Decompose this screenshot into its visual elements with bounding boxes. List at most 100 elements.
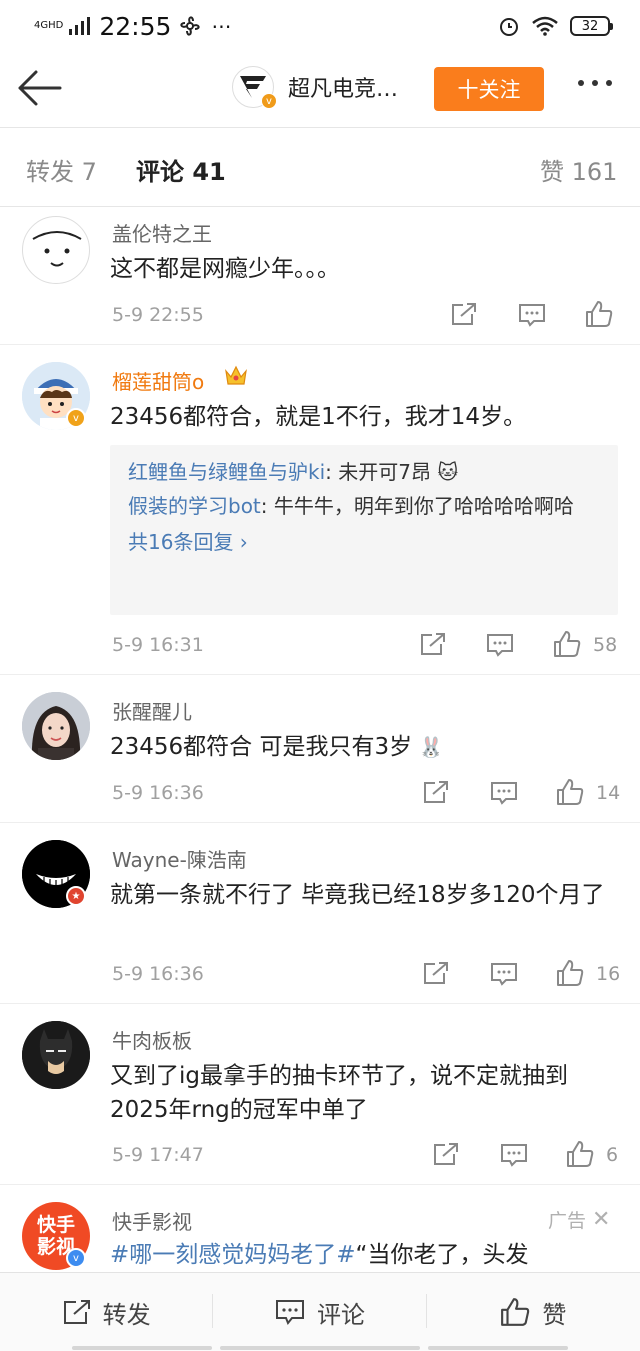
gesture-bar — [220, 1346, 420, 1350]
more-replies-link[interactable]: 共16条回复 › — [128, 525, 600, 559]
comment-icon[interactable] — [518, 303, 546, 327]
bunny-emoji-icon: 🐰 — [412, 735, 444, 759]
reply-text: : 未开可7昂 — [325, 460, 431, 484]
like-count: 58 — [593, 634, 618, 656]
tab-bar: 转发 7 评论 41 赞 161 — [0, 128, 640, 206]
tab-repost[interactable]: 转发 7 — [26, 152, 97, 187]
reply-username[interactable]: 红鲤鱼与绿鲤鱼与驴ki — [128, 460, 325, 484]
reply-text: : 牛牛牛，明年到你了哈哈哈哈啊哈 — [260, 494, 574, 518]
reply-box[interactable]: 红鲤鱼与绿鲤鱼与驴ki: 未开可7昂 🐱 假装的学习bot: 牛牛牛，明年到你了… — [110, 445, 618, 615]
share-icon[interactable] — [420, 632, 446, 656]
alarm-icon — [500, 18, 518, 36]
comment-text: 又到了ig最拿手的抽卡环节了，说不定就抽到2025年rng的冠军中单了 — [110, 1063, 568, 1123]
network-indicator: 4GHD — [34, 20, 64, 31]
gesture-bar — [428, 1346, 568, 1350]
battery-level: 32 — [581, 18, 599, 34]
comment-time: 5-9 22:55 — [112, 304, 204, 326]
reply-item[interactable]: 假装的学习bot: 牛牛牛，明年到你了哈哈哈哈啊哈 — [128, 489, 600, 523]
more-options-icon[interactable] — [578, 80, 612, 86]
bottom-action-bar: 转发 评论 赞 — [0, 1272, 640, 1351]
follow-button[interactable]: 十关注 — [434, 67, 544, 111]
share-icon[interactable] — [423, 780, 449, 804]
comment-username[interactable]: 盖伦特之王 — [112, 218, 212, 247]
account-logo[interactable]: v — [232, 66, 277, 109]
comment-username[interactable]: 榴莲甜筒o — [112, 366, 204, 395]
divider — [426, 1294, 427, 1328]
back-arrow-icon[interactable] — [16, 68, 62, 108]
account-header[interactable]: v 超凡电竞… — [232, 66, 398, 109]
clock: 22:55 — [99, 11, 172, 41]
share-icon[interactable] — [433, 1142, 459, 1166]
girl-photo-icon — [22, 692, 90, 760]
avatar[interactable] — [22, 692, 90, 760]
like-icon[interactable] — [585, 300, 613, 328]
comment-username[interactable]: 牛肉板板 — [112, 1025, 192, 1054]
verified-badge-icon: v — [66, 1248, 86, 1268]
comment-icon[interactable] — [486, 633, 514, 657]
ad-text-content: “当你老了，头发 — [355, 1242, 529, 1268]
comment-text: 就第一条就不行了 毕竟我已经18岁多120个月了 — [110, 882, 605, 908]
signal-icon — [69, 17, 91, 35]
reply-username[interactable]: 假装的学习bot — [128, 494, 261, 518]
like-label: 赞 — [542, 1300, 567, 1329]
share-icon[interactable] — [423, 961, 449, 985]
tab-like[interactable]: 赞 161 — [540, 152, 617, 187]
wifi-icon — [532, 16, 558, 36]
more-replies-label[interactable]: 共16条回复 — [128, 530, 233, 554]
comment-icon[interactable] — [500, 1143, 528, 1167]
ad-label[interactable]: 广告 ✕ — [548, 1206, 610, 1233]
star-badge-icon: ★ — [66, 886, 86, 906]
comment-item: 盖伦特之王 这不都是网瘾少年。。。 5-9 22:55 — [0, 206, 640, 344]
comment-username[interactable]: Wayne-陳浩南 — [112, 844, 247, 873]
comment-text-content: 23456都符合 可是我只有3岁 — [110, 734, 413, 760]
verified-badge-icon: v — [261, 93, 277, 109]
avatar[interactable] — [22, 1021, 90, 1089]
like-count: 6 — [606, 1144, 619, 1166]
comment-time: 5-9 17:47 — [112, 1144, 204, 1166]
repost-label: 转发 — [102, 1300, 151, 1329]
share-icon — [63, 1300, 90, 1324]
divider — [212, 1294, 213, 1328]
comment-icon[interactable] — [490, 962, 518, 986]
comment-icon[interactable] — [490, 781, 518, 805]
comment-time: 5-9 16:36 — [112, 782, 204, 804]
like-icon[interactable] — [553, 630, 581, 658]
ad-item[interactable]: 快手影视 v 快手影视 广告 ✕ #哪一刻感觉妈妈老了#“当你老了，头发 — [0, 1184, 640, 1272]
gesture-bar — [72, 1346, 212, 1350]
share-icon[interactable] — [451, 302, 477, 326]
comment-text: 23456都符合，就是1不行，我才14岁。 — [110, 404, 527, 430]
comment-item: 张醒醒儿 23456都符合 可是我只有3岁 🐰 5-9 16:36 14 — [0, 674, 640, 822]
like-button[interactable]: 赞 — [427, 1273, 640, 1351]
battery-indicator: 32 — [570, 16, 613, 36]
like-count: 16 — [596, 963, 621, 985]
tab-comment[interactable]: 评论 41 — [136, 152, 226, 187]
hashtag-link[interactable]: #哪一刻感觉妈妈老了# — [110, 1242, 356, 1268]
like-icon[interactable] — [556, 778, 584, 806]
comment-icon — [275, 1300, 304, 1325]
comment-button[interactable]: 评论 — [213, 1273, 426, 1351]
close-icon[interactable]: ✕ — [592, 1207, 610, 1232]
like-icon[interactable] — [556, 959, 584, 987]
status-bar: 4GHD 22:55 ⋯ 32 — [0, 0, 640, 52]
face-doodle-icon — [32, 231, 82, 267]
ad-username[interactable]: 快手影视 — [112, 1206, 192, 1235]
crown-badge-icon — [225, 365, 247, 385]
comment-text: 23456都符合 可是我只有3岁 🐰 — [110, 730, 615, 764]
comment-item: v 榴莲甜筒o 23456都符合，就是1不行，我才14岁。 红鲤鱼与绿鲤鱼与驴k… — [0, 344, 640, 674]
top-nav: v 超凡电竞… 十关注 — [0, 52, 640, 127]
more-notifications-icon: ⋯ — [211, 14, 232, 38]
repost-button[interactable]: 转发 — [0, 1273, 213, 1351]
comment-time: 5-9 16:31 — [112, 634, 204, 656]
like-count: 14 — [596, 782, 621, 804]
fan-icon — [180, 16, 200, 36]
verified-badge-icon: v — [66, 408, 86, 428]
account-name[interactable]: 超凡电竞… — [288, 71, 398, 103]
comment-item: 牛肉板板 又到了ig最拿手的抽卡环节了，说不定就抽到2025年rng的冠军中单了… — [0, 1003, 640, 1184]
like-icon[interactable] — [566, 1140, 594, 1168]
comment-username[interactable]: 张醒醒儿 — [112, 696, 192, 725]
comment-label: 评论 — [316, 1300, 365, 1329]
reply-item[interactable]: 红鲤鱼与绿鲤鱼与驴ki: 未开可7昂 🐱 — [128, 455, 600, 489]
like-icon — [501, 1298, 530, 1326]
chevron-right-icon: › — [233, 530, 248, 554]
avatar[interactable] — [22, 216, 90, 284]
